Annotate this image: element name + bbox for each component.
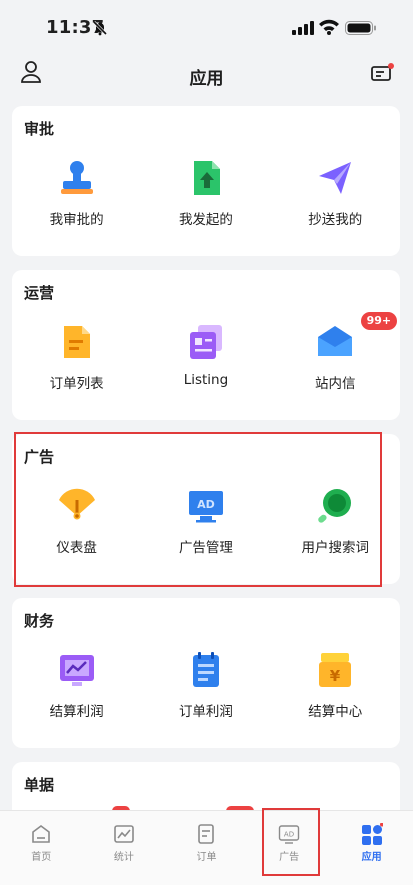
tab-label: 首页 [31,852,52,863]
app-label: 订单利润 [178,704,233,720]
signal-icon [292,21,314,35]
apps-grid-icon [361,823,383,845]
operations-card: 运营 订单列表 Listing 99+ 站内信 [12,270,400,420]
app-order-list[interactable]: 订单列表 [12,318,141,418]
listing-icon [189,325,222,359]
app-label: 结算中心 [308,704,363,720]
tab-bar: 首页 统计 订单 AD 广告 应用 [0,810,413,885]
chart-monitor-icon [59,655,94,686]
order-list-icon [63,326,90,358]
ad-monitor-icon: AD [188,491,223,523]
calendar-sheet-icon [192,652,219,687]
tab-home[interactable]: 首页 [0,811,83,885]
app-cc-me[interactable]: 抄送我的 [271,154,400,254]
app-label: 我发起的 [178,212,233,228]
approval-card: 审批 我审批的 我发起的 抄送我的 [12,106,400,256]
wifi-icon [319,19,339,35]
stamp-icon [60,161,93,194]
mail-icon [318,326,353,356]
order-icon [198,824,215,844]
finance-card: 财务 结算利润 订单利润 ¥ 结算中心 [12,598,400,748]
app-my-approvals[interactable]: 我审批的 [12,154,141,254]
page-title: 应用 [189,69,224,89]
ads-tab-highlight [262,808,320,876]
card-title: 财务 [24,612,55,630]
app-label: Listing [183,372,229,388]
bell-off-icon [92,20,108,36]
search-icon [318,489,352,523]
app-inbox[interactable]: 99+ 站内信 [271,312,400,418]
app-label: 广告管理 [178,540,233,556]
app-label: 用户搜索词 [301,540,369,556]
unread-badge: 99+ [360,312,398,330]
tab-orders[interactable]: 订单 [165,811,248,885]
tab-stats[interactable]: 统计 [83,811,166,885]
tab-label: 应用 [361,852,382,863]
tab-label: 订单 [196,852,217,863]
status-bar: 11:37 [0,0,413,52]
card-title: 单据 [24,776,55,794]
stats-icon [114,825,134,843]
app-search-terms[interactable]: 用户搜索词 [271,482,400,582]
app-settlement-profit[interactable]: 结算利润 [12,646,141,746]
paper-plane-icon [319,162,352,194]
yen-box-icon: ¥ [319,653,352,687]
tab-apps[interactable]: 应用 [330,811,413,885]
app-label: 抄送我的 [308,212,363,228]
app-label: 订单列表 [49,376,104,392]
header: 应用 [0,52,413,100]
card-title: 审批 [24,120,55,138]
battery-icon [345,21,376,35]
home-icon [32,825,51,843]
app-label: 我审批的 [49,212,104,228]
document-upload-icon [193,161,220,195]
dashboard-icon [58,488,95,520]
tab-label: 统计 [113,852,134,863]
svg-text:AD: AD [197,498,215,511]
card-title: 运营 [24,284,55,302]
app-ad-management[interactable]: AD 广告管理 [141,482,270,582]
app-label: 结算利润 [49,704,104,720]
card-title: 广告 [24,448,55,466]
app-settlement-center[interactable]: ¥ 结算中心 [271,646,400,746]
ads-card: 广告 仪表盘 AD 广告管理 用户搜索词 [12,434,400,584]
app-order-profit[interactable]: 订单利润 [141,646,270,746]
app-dashboard[interactable]: 仪表盘 [12,482,141,582]
app-label: 仪表盘 [56,540,97,556]
app-i-initiated[interactable]: 我发起的 [141,154,270,254]
message-icon[interactable] [370,62,396,84]
app-label: 站内信 [314,376,356,392]
svg-text:¥: ¥ [330,667,341,685]
app-listing[interactable]: Listing [141,318,270,418]
